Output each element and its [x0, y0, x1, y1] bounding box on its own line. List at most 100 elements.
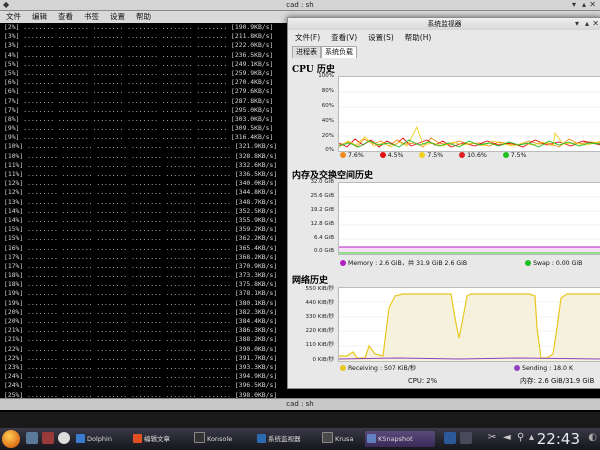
progress-percent: 24%: [7, 381, 20, 390]
progress-percent: 19%: [7, 298, 20, 307]
progress-percent: 15%: [7, 234, 20, 243]
network-history-graph: [338, 287, 600, 362]
sending-legend-value: Sending : 18.0 K: [522, 365, 574, 372]
launcher-icon[interactable]: [42, 432, 54, 444]
close-icon[interactable]: ✕: [592, 20, 599, 28]
progress-percent: 9%: [7, 124, 16, 133]
terminal-line: [21%] ........ ........ ........ .......…: [4, 326, 278, 335]
tray-arrow-icon[interactable]: ▴: [529, 432, 534, 444]
dolphin-icon: [76, 434, 85, 443]
progress-percent: 14%: [7, 206, 20, 215]
transfer-rate: 355.9KB/s: [238, 215, 274, 224]
browser-icon[interactable]: [58, 432, 70, 444]
terminal-line: [3%] ........ ........ ........ ........…: [4, 41, 274, 50]
terminal-line: [7%] ........ ........ ........ ........…: [4, 105, 274, 114]
task-edit-article[interactable]: 编辑文章: [131, 431, 189, 447]
network-y-label: 220 KiB/秒: [305, 328, 334, 334]
menu-view[interactable]: 查看: [58, 12, 73, 21]
maximize-icon[interactable]: ▴: [585, 20, 589, 28]
terminal-line: [19%] ........ ........ ........ .......…: [4, 298, 278, 307]
tab-system-load[interactable]: 系统负载: [321, 46, 357, 58]
terminal-line: [24%] ........ ........ ........ .......…: [4, 372, 278, 381]
progress-percent: 16%: [7, 243, 20, 252]
transfer-rate: 190.9KB/s: [234, 23, 270, 31]
scissors-icon[interactable]: ✂: [488, 432, 496, 444]
sysmon-menu-file[interactable]: 文件(F): [295, 33, 320, 42]
usb-icon[interactable]: ⚲: [517, 432, 524, 444]
task-dolphin[interactable]: Dolphin: [74, 431, 128, 447]
sysmon-tabs: 进程表 系统负载: [292, 46, 357, 58]
transfer-rate: 370.9KB/s: [238, 261, 274, 270]
progress-percent: 22%: [7, 353, 20, 362]
terminal-line: [13%] ........ ........ ........ .......…: [4, 197, 278, 206]
menu-help[interactable]: 帮助: [136, 12, 151, 21]
sysmon-menu-view[interactable]: 查看(V): [331, 33, 357, 42]
pager-icon[interactable]: [444, 432, 456, 444]
progress-percent: 4%: [7, 50, 16, 59]
volume-icon[interactable]: ◄: [503, 432, 511, 444]
cpu-legend-dot: [340, 152, 346, 158]
sysmon-menu-help[interactable]: 帮助(H): [405, 33, 432, 42]
panel-settings-icon[interactable]: ◐: [588, 432, 597, 444]
transfer-rate: 368.2KB/s: [238, 252, 274, 261]
menu-file[interactable]: 文件: [6, 12, 21, 21]
task-system-monitor[interactable]: 系统监视器: [255, 431, 317, 447]
system-monitor-window: 系统监视器 ▾ ▴ ✕ 文件(F) 查看(V) 设置(S) 帮助(H) 进程表 系统负载…: [287, 17, 600, 389]
memory-y-label: 32.0 GiB: [310, 179, 334, 185]
task-konsole[interactable]: Konsole: [192, 431, 252, 447]
transfer-rate: 295.0KB/s: [234, 105, 270, 114]
receiving-legend-value: Receiving : 507 KiB/秒: [348, 365, 417, 372]
progress-percent: 6%: [7, 78, 16, 87]
network-legend: Receiving : 507 KiB/秒 Sending : 18.0 K: [340, 363, 573, 372]
terminal-tab-label[interactable]: cad : sh: [286, 400, 313, 408]
terminal-line: [3%] ........ ........ ........ ........…: [4, 32, 274, 41]
menu-settings[interactable]: 设置: [110, 12, 125, 21]
clock[interactable]: 22:43: [537, 429, 580, 449]
sending-legend-dot: [514, 365, 521, 371]
minimize-icon[interactable]: ▾: [572, 1, 576, 9]
kde-menu-icon[interactable]: [2, 430, 20, 448]
transfer-rate: 375.8KB/s: [238, 280, 274, 289]
cpu-y-label: 20%: [321, 133, 334, 139]
taskbar: Dolphin 编辑文章 Konsole 系统监视器 Krusa KSnapsh…: [0, 428, 600, 450]
menu-bookmarks[interactable]: 书签: [84, 12, 99, 21]
network-y-label: 440 KiB/秒: [305, 300, 334, 306]
progress-percent: 10%: [7, 151, 20, 160]
terminal-line: [6%] ........ ........ ........ ........…: [4, 87, 274, 96]
transfer-rate: 279.6KB/s: [234, 87, 270, 96]
maximize-icon[interactable]: ▴: [582, 1, 586, 9]
menu-edit[interactable]: 编辑: [32, 12, 47, 21]
transfer-rate: 287.8KB/s: [234, 96, 270, 105]
pager-icon[interactable]: [460, 432, 472, 444]
terminal-line: [5%] ........ ........ ........ ........…: [4, 59, 274, 68]
progress-percent: 20%: [7, 317, 20, 325]
task-label: 编辑文章: [144, 435, 170, 443]
task-krusader[interactable]: Krusa: [320, 431, 362, 447]
terminal-line: [9%] ........ ........ ........ ........…: [4, 124, 274, 133]
close-icon[interactable]: ✕: [589, 1, 596, 9]
cpu-y-label: 40%: [321, 118, 334, 124]
ksnapshot-icon: [367, 434, 376, 443]
progress-percent: 5%: [7, 59, 16, 68]
terminal-line: [7%] ........ ........ ........ ........…: [4, 96, 274, 105]
cpu-status: CPU: 2%: [408, 377, 438, 385]
task-ksnapshot[interactable]: KSnapshot: [365, 431, 435, 447]
show-desktop-icon[interactable]: [26, 432, 38, 444]
cpu-legend-value: 7.5%: [510, 152, 527, 159]
terminal-line: [11%] ........ ........ ........ .......…: [4, 170, 278, 178]
transfer-rate: 393.3KB/s: [238, 362, 274, 371]
sysmon-menu-settings[interactable]: 设置(S): [368, 33, 394, 42]
terminal-line: [21%] ........ ........ ........ .......…: [4, 335, 278, 344]
network-y-label: 550 KiB/秒: [305, 286, 334, 292]
terminal-output[interactable]: [2%] ........ ........ ........ ........…: [0, 23, 288, 403]
krusader-icon: [322, 432, 333, 443]
progress-percent: 18%: [7, 271, 20, 280]
terminal-titlebar[interactable]: ◆ cad : sh ▾ ▴ ✕: [0, 0, 600, 11]
terminal-tab-bar[interactable]: cad : sh: [0, 398, 600, 410]
minimize-icon[interactable]: ▾: [575, 20, 579, 28]
progress-percent: 3%: [7, 32, 16, 41]
sysmon-titlebar[interactable]: 系统监视器 ▾ ▴ ✕: [288, 18, 600, 30]
tab-process-table[interactable]: 进程表: [292, 46, 321, 58]
progress-percent: 17%: [7, 252, 20, 261]
transfer-rate: 388.2KB/s: [238, 335, 274, 344]
